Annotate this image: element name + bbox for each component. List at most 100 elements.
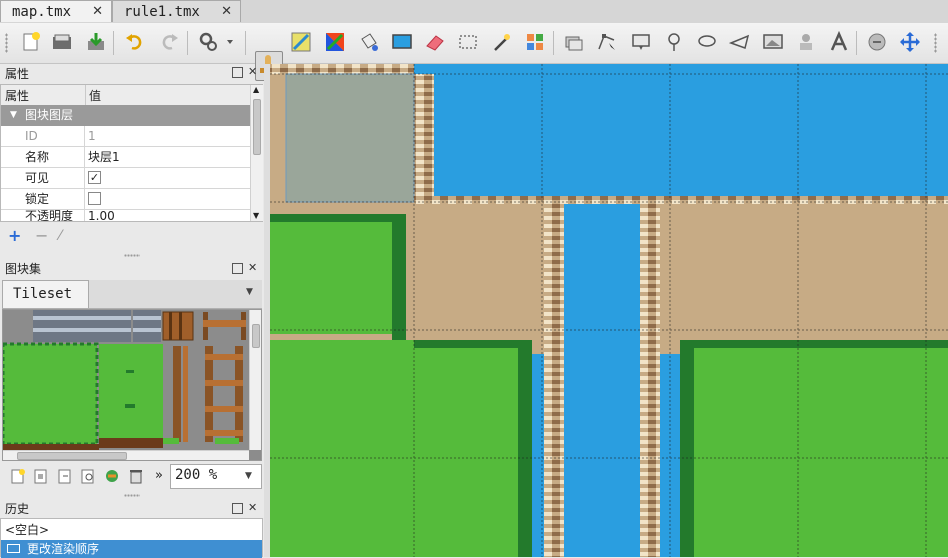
commands-icon[interactable] — [197, 31, 237, 53]
visible-checkbox[interactable]: ✓ — [88, 171, 101, 184]
select-same-tile-icon[interactable] — [524, 31, 546, 53]
tileset-vscrollbar[interactable] — [249, 310, 261, 450]
close-icon[interactable]: ✕ — [92, 1, 103, 23]
bucket-fill-icon[interactable] — [357, 31, 379, 53]
chevron-down-icon[interactable]: ▼ — [245, 471, 252, 481]
tab-tileset[interactable]: Tileset — [2, 280, 89, 308]
export-tileset-icon[interactable] — [57, 468, 73, 484]
scroll-up-icon[interactable]: ▲ — [253, 85, 259, 94]
history-list: <空白> 更改渲染顺序 — [0, 518, 263, 558]
property-key: 名称 — [1, 147, 85, 167]
undo-icon[interactable] — [124, 31, 146, 53]
tab-rule1-tmx[interactable]: rule1.tmx ✕ — [112, 0, 241, 22]
insert-point-icon[interactable] — [663, 31, 685, 53]
column-header-value: 值 — [89, 89, 102, 103]
insert-tile-icon[interactable] — [762, 31, 784, 53]
delete-tileset-icon[interactable] — [128, 468, 144, 484]
flip-icon[interactable] — [866, 31, 888, 53]
expand-arrow-icon[interactable]: ▼ — [10, 105, 17, 126]
tileset-tab-bar: Tileset ▼ — [2, 280, 262, 309]
dynamic-wrapping-icon[interactable] — [104, 468, 120, 484]
history-item-selected[interactable]: 更改渲染顺序 — [1, 540, 262, 558]
shape-fill-icon[interactable] — [391, 31, 413, 53]
property-row-locked[interactable]: 锁定 — [1, 189, 250, 210]
random-mode-icon[interactable] — [324, 31, 346, 53]
more-tools-icon[interactable]: » — [155, 468, 163, 483]
tileset-hscrollbar[interactable] — [3, 450, 249, 460]
map-canvas[interactable] — [270, 64, 948, 557]
close-panel-icon[interactable]: ✕ — [248, 502, 259, 513]
splitter-handle[interactable] — [124, 254, 140, 257]
terrain-brush-icon[interactable] — [290, 31, 312, 53]
scrollbar-thumb[interactable] — [253, 99, 261, 155]
properties-panel-title: 属性 — [5, 67, 30, 81]
zoom-combobox[interactable]: 200 % ▼ — [170, 464, 262, 489]
toolbar-grip[interactable] — [934, 33, 937, 53]
float-panel-icon[interactable] — [232, 503, 243, 514]
properties-scrollbar[interactable]: ▲ ▼ — [250, 85, 263, 221]
toolbar-separator — [245, 31, 246, 55]
insert-text-icon[interactable] — [828, 31, 850, 53]
map-icon — [7, 544, 20, 553]
save-file-icon[interactable] — [85, 31, 107, 53]
new-tileset-icon[interactable] — [10, 468, 26, 484]
select-objects-icon[interactable] — [563, 31, 585, 53]
locked-checkbox[interactable] — [88, 192, 101, 205]
zoom-value[interactable]: 200 % — [175, 467, 217, 483]
edit-polygons-icon[interactable] — [596, 31, 618, 53]
tab-map-tmx[interactable]: map.tmx ✕ — [0, 0, 112, 22]
insert-template-icon[interactable] — [795, 31, 817, 53]
property-key: 可见 — [1, 168, 85, 188]
insert-ellipse-icon[interactable] — [696, 31, 718, 53]
property-value[interactable]: 块层1 — [88, 147, 120, 167]
remove-property-icon[interactable]: − — [35, 228, 48, 244]
property-row-name[interactable]: 名称 块层1 — [1, 147, 250, 168]
history-item[interactable]: <空白> — [1, 520, 262, 540]
history-item-label: 更改渲染顺序 — [27, 542, 100, 556]
splitter-handle[interactable] — [124, 494, 140, 497]
toolbar-grip[interactable] — [5, 33, 8, 53]
insert-rectangle-icon[interactable] — [630, 31, 652, 53]
toolbar-separator — [113, 31, 114, 55]
tileset-view[interactable] — [2, 309, 262, 461]
property-row-visible[interactable]: 可见 ✓ — [1, 168, 250, 189]
rectangular-select-icon[interactable] — [457, 31, 479, 53]
close-panel-icon[interactable]: ✕ — [248, 262, 259, 273]
property-key: 锁定 — [1, 189, 85, 209]
add-property-icon[interactable]: + — [8, 228, 21, 244]
property-key: ID — [1, 126, 85, 146]
scrollbar-thumb[interactable] — [252, 324, 260, 348]
toolbar-separator — [187, 31, 188, 55]
properties-table: 属性 值 ▼ 图块图层 ID 1 名称 块层1 可见 ✓ 锁定 不透明度 1.0… — [0, 84, 263, 222]
history-panel-title: 历史 — [5, 502, 30, 516]
scrollbar-thumb[interactable] — [17, 452, 127, 460]
insert-polygon-icon[interactable] — [729, 31, 751, 53]
eraser-icon[interactable] — [424, 31, 446, 53]
close-icon[interactable]: ✕ — [221, 1, 232, 23]
main-toolbar — [0, 23, 948, 81]
magic-wand-icon[interactable] — [491, 31, 513, 53]
group-row-tile-layer[interactable]: ▼ 图块图层 — [1, 105, 250, 126]
close-panel-icon[interactable]: ✕ — [248, 66, 259, 77]
tile-map — [270, 64, 948, 557]
tileset-image — [3, 310, 261, 460]
property-row-opacity[interactable]: 不透明度 1.00 — [1, 210, 250, 221]
tab-label: map.tmx — [12, 4, 72, 20]
rename-property-icon[interactable]: ⁄ — [59, 228, 61, 244]
tileset-menu-icon[interactable]: ▼ — [246, 287, 253, 297]
document-tab-bar: map.tmx ✕ rule1.tmx ✕ — [0, 0, 948, 24]
properties-header: 属性 值 — [1, 85, 250, 106]
property-key: 不透明度 — [1, 210, 85, 221]
tileset-panel-title: 图块集 — [5, 262, 42, 276]
move-icon[interactable] — [899, 31, 921, 53]
property-value[interactable]: 1.00 — [88, 210, 115, 221]
embed-tileset-icon[interactable] — [33, 468, 49, 484]
open-file-icon[interactable] — [51, 31, 73, 53]
float-panel-icon[interactable] — [232, 67, 243, 78]
redo-icon[interactable] — [158, 31, 180, 53]
property-row-id[interactable]: ID 1 — [1, 126, 250, 147]
float-panel-icon[interactable] — [232, 263, 243, 274]
new-map-icon[interactable] — [20, 31, 42, 53]
edit-tileset-icon[interactable] — [80, 468, 96, 484]
scroll-down-icon[interactable]: ▼ — [253, 211, 259, 220]
